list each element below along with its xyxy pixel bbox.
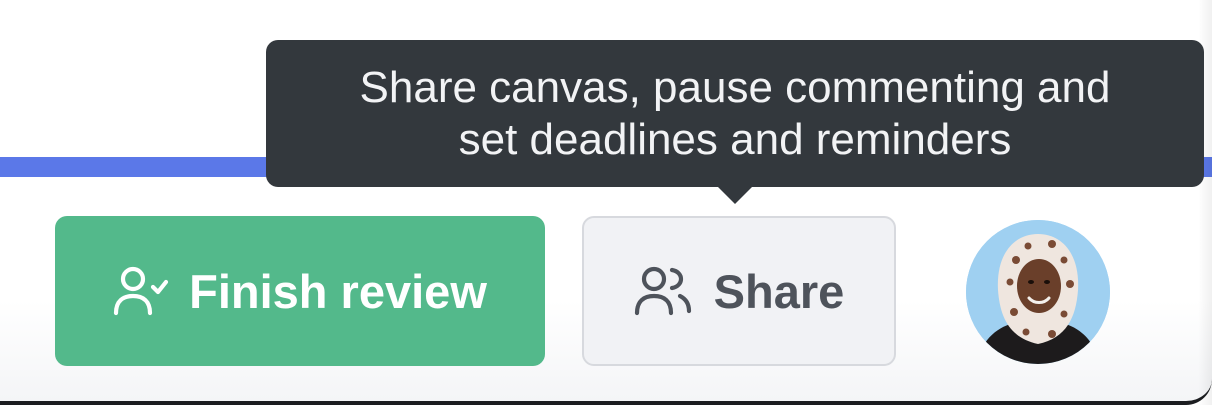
avatar[interactable] [966, 220, 1110, 364]
tooltip-arrow [717, 186, 753, 204]
share-label: Share [713, 264, 845, 318]
share-button[interactable]: Share [582, 216, 896, 366]
tooltip-line-2: set deadlines and reminders [458, 114, 1012, 164]
share-tooltip: Share canvas, pause commenting and set d… [266, 40, 1204, 187]
users-icon [634, 265, 692, 317]
finish-review-label: Finish review [189, 264, 487, 318]
tooltip-line-1: Share canvas, pause commenting and [359, 62, 1111, 112]
user-check-icon [113, 265, 169, 317]
user-avatar-image [966, 220, 1110, 364]
finish-review-button[interactable]: Finish review [55, 216, 545, 366]
